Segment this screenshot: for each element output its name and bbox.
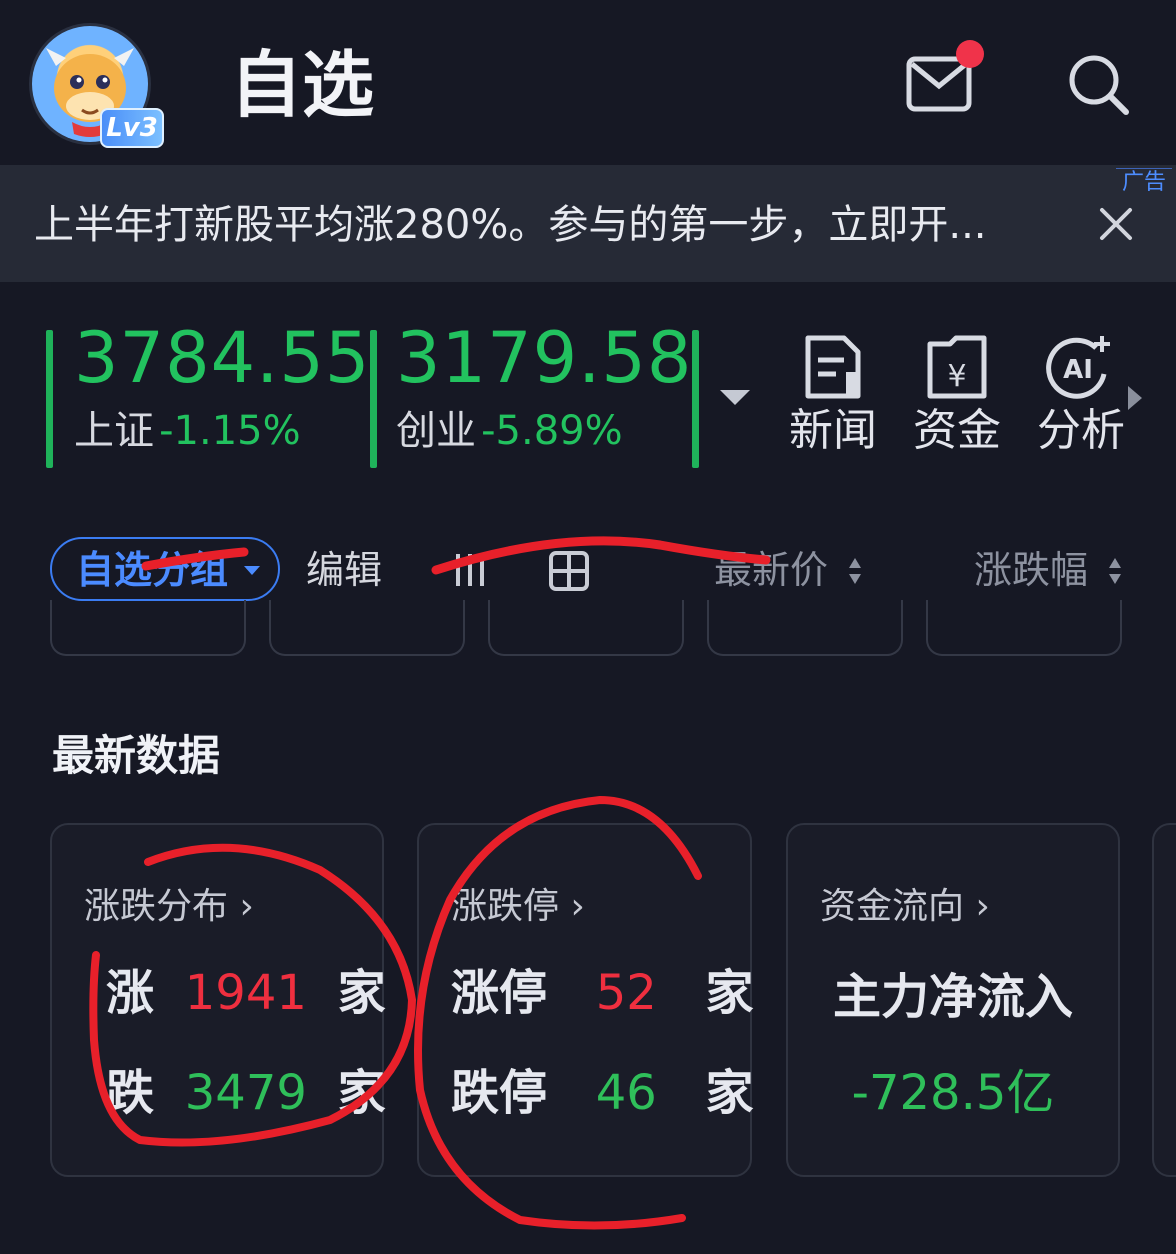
columns-icon[interactable] bbox=[452, 550, 488, 590]
notification-dot bbox=[956, 40, 984, 68]
app-header bbox=[0, 0, 1176, 165]
tool-analysis[interactable]: AI 分析 bbox=[1026, 334, 1136, 458]
section-title: 最新数据 bbox=[52, 731, 221, 780]
up-count: 1941 bbox=[184, 965, 307, 1021]
unit: 家 bbox=[705, 965, 754, 1021]
page-title: 自选 bbox=[230, 43, 375, 127]
sort-change-pct[interactable]: 涨跌幅 bbox=[974, 544, 1088, 596]
tool-label: 资金 bbox=[913, 405, 1001, 456]
card-title: 资金流向 bbox=[820, 886, 965, 927]
card-limit-up-down[interactable]: 涨跌停 › 涨停 52 家 跌停 46 家 bbox=[417, 823, 754, 1177]
stock-card-stub[interactable] bbox=[926, 600, 1122, 656]
ad-text[interactable]: 上半年打新股平均涨280%。参与的第一步，立即开... bbox=[34, 195, 987, 255]
tool-label: 新闻 bbox=[789, 405, 877, 456]
card-title: 涨跌停 bbox=[451, 886, 560, 927]
svg-text:¥: ¥ bbox=[947, 359, 966, 394]
tool-news[interactable]: 新闻 bbox=[778, 334, 888, 458]
unit: 家 bbox=[337, 965, 386, 1021]
sort-icon bbox=[1109, 558, 1121, 584]
unit: 家 bbox=[337, 1065, 386, 1121]
stock-card-stub[interactable] bbox=[269, 600, 465, 656]
index-divider bbox=[370, 330, 377, 468]
index-divider bbox=[692, 330, 699, 468]
index-change: -1.15% bbox=[159, 408, 301, 454]
chevron-right-icon[interactable] bbox=[1128, 386, 1142, 410]
tool-label: 分析 bbox=[1037, 405, 1125, 456]
net-inflow-label: 主力净流入 bbox=[832, 969, 1073, 1025]
index-value: 3784.55 bbox=[74, 317, 371, 399]
unit: 家 bbox=[705, 1065, 754, 1121]
ad-tag: 广告 bbox=[1116, 168, 1172, 197]
stock-card-stub[interactable] bbox=[488, 600, 684, 656]
down-count: 3479 bbox=[184, 1065, 307, 1121]
card-title: 涨跌分布 bbox=[84, 886, 229, 927]
index-divider bbox=[46, 330, 53, 468]
limit-up-count: 52 bbox=[595, 965, 657, 1021]
chevron-right-icon: › bbox=[964, 886, 990, 927]
ai-icon: AI bbox=[1046, 336, 1110, 399]
search-icon[interactable] bbox=[1066, 52, 1130, 116]
card-rise-fall-distribution[interactable]: 涨跌分布 › 涨 1941 家 跌 3479 家 bbox=[50, 823, 386, 1177]
group-select-label: 自选分组 bbox=[76, 548, 229, 592]
sort-icon bbox=[849, 558, 861, 584]
sort-latest-price[interactable]: 最新价 bbox=[714, 544, 828, 596]
index-value: 3179.58 bbox=[396, 317, 693, 399]
net-inflow-value: -728.5亿 bbox=[851, 1065, 1055, 1121]
index-name: 创业 bbox=[396, 408, 476, 454]
limit-down-count: 46 bbox=[595, 1065, 657, 1121]
card-fund-flow[interactable]: 资金流向 › 主力净流入 -728.5亿 bbox=[786, 823, 1120, 1177]
stock-card-stub[interactable] bbox=[50, 600, 246, 656]
limit-up-label: 涨停 bbox=[451, 965, 548, 1021]
chevron-right-icon: › bbox=[228, 886, 254, 927]
up-label: 涨 bbox=[106, 965, 155, 1021]
expand-indices-icon[interactable] bbox=[720, 390, 750, 405]
down-label: 跌 bbox=[106, 1065, 155, 1121]
index-sh[interactable]: 3784.55 上证 -1.15% bbox=[74, 318, 370, 456]
index-name: 上证 bbox=[74, 408, 154, 454]
chevron-right-icon: › bbox=[559, 886, 585, 927]
close-icon[interactable] bbox=[1096, 204, 1136, 244]
yuan-doc-icon: ¥ bbox=[927, 335, 987, 399]
grid-view-icon[interactable] bbox=[548, 550, 590, 592]
news-icon bbox=[805, 335, 861, 399]
svg-text:AI: AI bbox=[1063, 355, 1093, 385]
index-cy[interactable]: 3179.58 创业 -5.89% bbox=[396, 318, 692, 456]
caret-down-icon bbox=[244, 566, 260, 575]
edit-button[interactable]: 编辑 bbox=[306, 544, 382, 596]
card-partial[interactable] bbox=[1152, 823, 1176, 1177]
tool-fund[interactable]: ¥ 资金 bbox=[902, 334, 1012, 458]
index-change: -5.89% bbox=[481, 408, 623, 454]
limit-down-label: 跌停 bbox=[451, 1065, 548, 1121]
stock-card-stub[interactable] bbox=[707, 600, 903, 656]
level-badge: Lv3 bbox=[100, 108, 164, 148]
